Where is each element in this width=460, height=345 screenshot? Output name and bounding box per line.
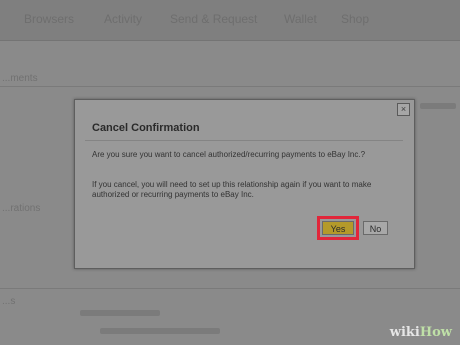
dialog-divider [85,140,403,141]
no-button[interactable]: No [363,221,388,235]
watermark-wiki: wiki [389,325,420,340]
bg-section-label: ...s [2,296,16,307]
nav-item-wallet[interactable]: Wallet [284,12,317,26]
bg-text-placeholder [100,328,220,334]
bg-section-label: ...ments [2,73,38,84]
nav-item-send-request[interactable]: Send & Request [170,12,257,26]
bg-divider [0,86,460,87]
cancel-warning-text: If you cancel, you will need to set up t… [92,180,372,199]
bg-section-label: ...rations [2,203,41,214]
close-icon[interactable]: × [397,103,410,116]
yes-button[interactable]: Yes [317,216,359,240]
wikihow-watermark: wikiHow [390,325,452,340]
top-navigation: Browsers Activity Send & Request Wallet … [0,0,460,41]
watermark-how: How [419,325,452,340]
dialog-title: Cancel Confirmation [92,122,200,134]
nav-item-activity[interactable]: Activity [104,12,142,26]
cancel-confirmation-dialog: × Cancel Confirmation Are you sure you w… [74,99,415,269]
bg-text-placeholder [80,310,160,316]
nav-item-shop[interactable]: Shop [341,12,369,26]
bg-divider [0,288,460,289]
confirmation-question: Are you sure you want to cancel authoriz… [92,150,366,159]
nav-item-browsers[interactable]: Browsers [24,12,74,26]
bg-text-placeholder [420,103,456,109]
